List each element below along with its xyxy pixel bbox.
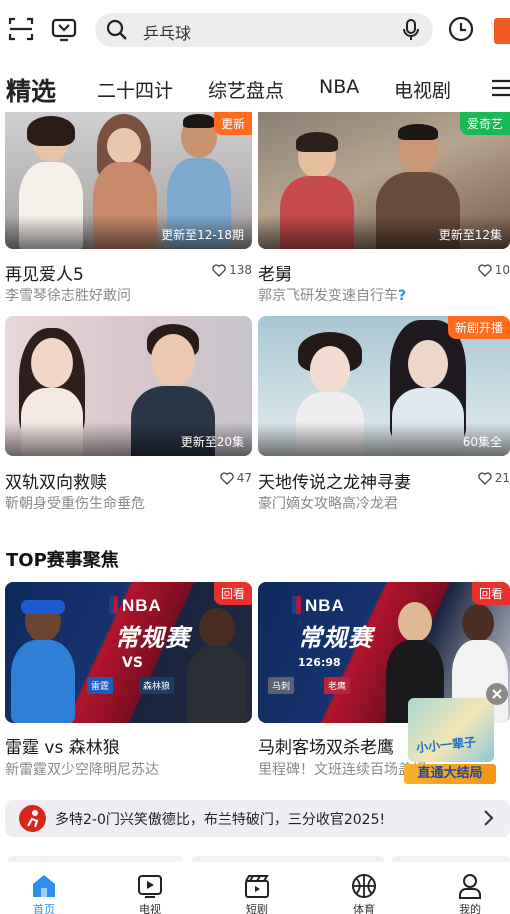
nba-logo: NBA: [109, 596, 162, 616]
chevron-right-icon: [484, 810, 494, 826]
tab-nba[interactable]: NBA: [319, 76, 359, 98]
menu-icon[interactable]: [492, 78, 510, 98]
episode-status: 更新至12集: [438, 228, 502, 242]
like-count[interactable]: 47: [220, 471, 252, 485]
bottom-navigation: 首页 电视 短剧 体育 我的: [0, 862, 510, 914]
section-title: TOP赛事聚焦: [6, 550, 119, 571]
video-subtitle: 靳朝身受重伤生命垂危: [5, 496, 145, 512]
video-title: 再见爱人5: [5, 265, 84, 285]
nav-profile[interactable]: 我的: [430, 862, 510, 914]
status-badge: 新剧开播: [447, 316, 510, 339]
nav-tv[interactable]: 电视: [110, 862, 190, 914]
episode-status: 60集全: [462, 435, 502, 449]
video-subtitle: 豪门嫡女攻略高冷龙君: [258, 496, 398, 512]
episode-status: 更新至12-18期: [161, 228, 244, 242]
team-a-label: 马刺: [268, 677, 295, 694]
history-icon[interactable]: [446, 14, 478, 46]
search-bar[interactable]: 乒乓球: [95, 13, 433, 47]
video-thumbnail: 60集全 新剧开播: [258, 316, 510, 456]
tab-24-strategies[interactable]: 二十四计: [97, 76, 173, 103]
platform-badge: 爱奇艺: [459, 112, 510, 135]
nav-sports[interactable]: 体育: [324, 862, 404, 914]
status-badge: 更新: [213, 112, 252, 135]
replay-badge: 回看: [213, 582, 252, 605]
team-a-label: 雷霆: [87, 677, 114, 694]
team-b-label: 老鹰: [324, 677, 351, 694]
heart-icon: [478, 263, 492, 277]
home-icon: [33, 875, 55, 897]
game-poster: NBA 常规赛 VS 雷霆 森林狼 回看: [5, 582, 252, 723]
video-thumbnail: 更新至20集: [5, 316, 252, 456]
stage-label: 常规赛: [298, 624, 373, 652]
video-title: 老舅: [258, 265, 292, 285]
microphone-icon[interactable]: [401, 18, 421, 42]
news-text: 多特2-0门兴笑傲德比，布兰特破门，三分收官2025!: [55, 812, 386, 828]
game-subtitle: 新雷霆双少空降明尼苏达: [5, 762, 159, 778]
tv-play-icon: [138, 875, 162, 898]
episode-status: 更新至20集: [180, 435, 244, 449]
vs-label: VS: [122, 655, 143, 671]
score-label: 126:98: [298, 656, 341, 669]
tv-cast-icon[interactable]: [49, 14, 81, 46]
news-banner[interactable]: 多特2-0门兴笑傲德比，布兰特破门，三分收官2025!: [5, 800, 510, 837]
close-icon[interactable]: [486, 683, 508, 705]
heart-icon: [220, 471, 234, 485]
search-icon: [106, 19, 127, 40]
video-subtitle: 李雪琴徐志胜好敢问: [5, 288, 131, 304]
game-title: 雷霆 vs 森林狼: [5, 738, 120, 758]
scan-icon[interactable]: [6, 14, 38, 46]
gift-icon[interactable]: [494, 18, 510, 44]
tab-variety[interactable]: 综艺盘点: [208, 76, 284, 103]
heart-icon: [478, 471, 492, 485]
video-card[interactable]: 更新至12集 爱奇艺 老舅 10 郭京飞研发变速自行车?: [258, 112, 510, 307]
team-b-label: 森林狼: [139, 677, 175, 694]
video-title: 天地传说之龙神寻妻: [258, 473, 411, 493]
category-tabs: 精选 二十四计 综艺盘点 NBA 电视剧: [0, 62, 510, 112]
basketball-icon: [352, 874, 376, 898]
video-title: 双轨双向救赎: [5, 473, 107, 493]
like-count[interactable]: 10: [478, 263, 510, 277]
tab-featured[interactable]: 精选: [6, 72, 56, 108]
like-count[interactable]: 138: [212, 263, 252, 277]
nba-logo: NBA: [292, 596, 345, 616]
heart-icon: [212, 263, 226, 277]
game-title: 马刺客场双杀老鹰: [258, 738, 394, 758]
user-icon: [459, 874, 481, 899]
nav-short-drama[interactable]: 短剧: [217, 862, 297, 914]
video-card[interactable]: 更新至12-18期 更新 再见爱人5 138 李雪琴徐志胜好敢问: [5, 112, 252, 307]
video-card[interactable]: 60集全 新剧开播 天地传说之龙神寻妻 21 豪门嫡女攻略高冷龙君: [258, 316, 510, 516]
stage-label: 常规赛: [115, 624, 190, 652]
tab-tv-series[interactable]: 电视剧: [394, 76, 451, 103]
search-query[interactable]: 乒乓球: [143, 20, 191, 44]
video-subtitle: 郭京飞研发变速自行车?: [258, 288, 407, 304]
promo-label: 直通大结局: [404, 764, 496, 784]
video-thumbnail: 更新至12-18期 更新: [5, 112, 252, 249]
nav-home[interactable]: 首页: [4, 862, 84, 914]
floating-promo[interactable]: 小小一辈子 直通大结局: [404, 696, 496, 786]
clapperboard-icon: [245, 875, 269, 898]
bundesliga-logo-icon: [19, 805, 46, 832]
video-card[interactable]: 更新至20集 双轨双向救赎 47 靳朝身受重伤生命垂危: [5, 316, 252, 516]
game-subtitle: 里程碑！文班连续百场盖帽: [258, 762, 426, 778]
game-card[interactable]: NBA 常规赛 VS 雷霆 森林狼 回看 雷霆 vs 森林狼 新雷霆双少空降明尼…: [5, 582, 252, 782]
top-bar: 乒乓球: [0, 0, 510, 62]
replay-badge: 回看: [471, 582, 510, 605]
video-thumbnail: 更新至12集 爱奇艺: [258, 112, 510, 249]
like-count[interactable]: 21: [478, 471, 510, 485]
question-icon: ?: [398, 288, 407, 304]
